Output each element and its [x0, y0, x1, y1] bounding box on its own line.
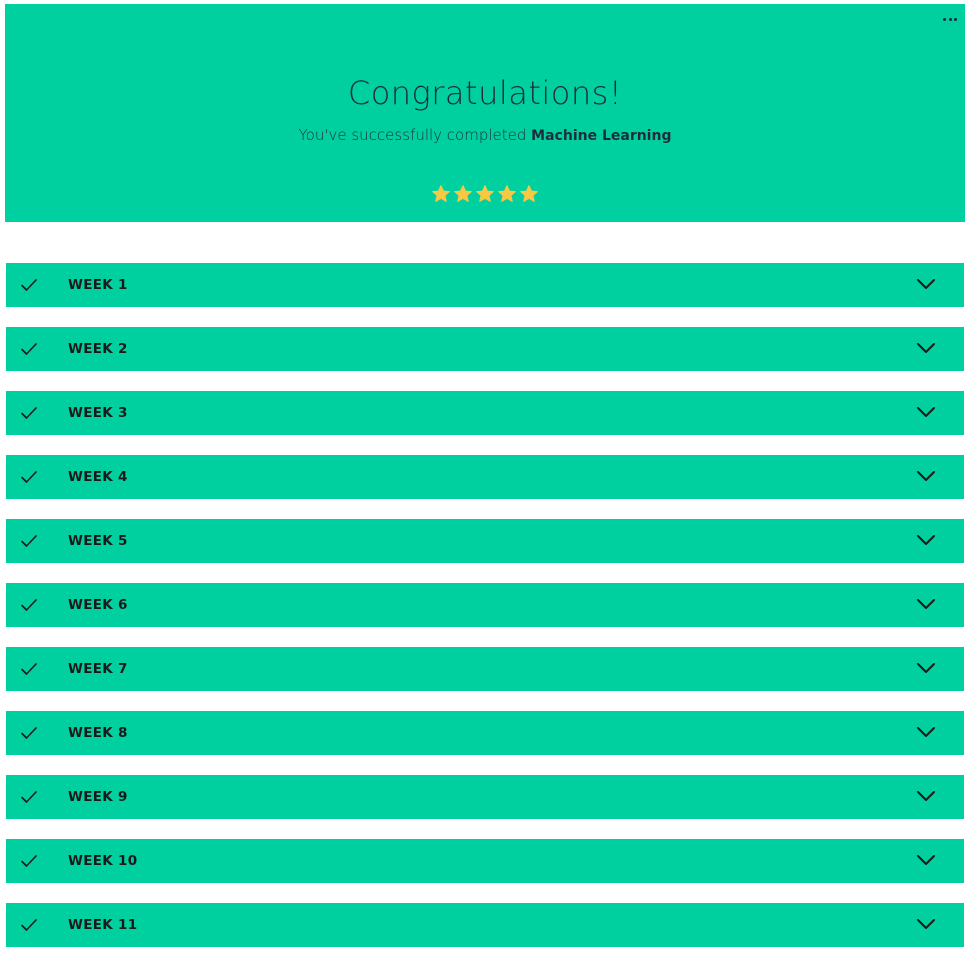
week-label: WEEK 11 — [68, 917, 138, 933]
chevron-down-icon[interactable] — [916, 725, 936, 739]
week-row[interactable]: WEEK 8 — [6, 711, 964, 755]
chevron-down-icon[interactable] — [916, 597, 936, 611]
week-row[interactable]: WEEK 6 — [6, 583, 964, 627]
menu-dot — [954, 17, 957, 21]
menu-dot — [943, 17, 946, 21]
checkmark-icon — [21, 791, 37, 803]
completion-banner: Congratulations! You've successfully com… — [5, 4, 965, 222]
week-label: WEEK 3 — [68, 405, 128, 421]
week-row[interactable]: WEEK 2 — [6, 327, 964, 371]
checkmark-icon — [21, 855, 37, 867]
menu-dot — [948, 17, 952, 21]
week-row[interactable]: WEEK 11 — [6, 903, 964, 947]
chevron-down-icon[interactable] — [916, 405, 936, 419]
checkmark-icon — [21, 727, 37, 739]
checkmark-icon — [21, 407, 37, 419]
week-row[interactable]: WEEK 1 — [6, 263, 964, 307]
course-name: Machine Learning — [531, 128, 672, 144]
week-row[interactable]: WEEK 4 — [6, 455, 964, 499]
week-row[interactable]: WEEK 7 — [6, 647, 964, 691]
chevron-down-icon[interactable] — [916, 789, 936, 803]
checkmark-icon — [21, 599, 37, 611]
star-icon[interactable] — [475, 184, 495, 204]
more-options-icon[interactable] — [943, 14, 957, 24]
week-label: WEEK 10 — [68, 853, 138, 869]
congratulations-title: Congratulations! — [347, 74, 623, 112]
week-list: WEEK 1 WEEK 2 WEEK 3 WEEK 4 WEEK 5 WEEK 6 WEEK… — [6, 263, 964, 967]
completion-message-prefix: You've successfully completed — [298, 126, 532, 144]
chevron-down-icon[interactable] — [916, 853, 936, 867]
checkmark-icon — [21, 343, 37, 355]
week-label: WEEK 4 — [68, 469, 128, 485]
star-icon[interactable] — [519, 184, 539, 204]
star-icon[interactable] — [497, 184, 517, 204]
week-row[interactable]: WEEK 5 — [6, 519, 964, 563]
star-icon[interactable] — [453, 184, 473, 204]
week-label: WEEK 7 — [68, 661, 128, 677]
week-row[interactable]: WEEK 10 — [6, 839, 964, 883]
star-rating[interactable] — [5, 184, 965, 204]
chevron-down-icon[interactable] — [916, 533, 936, 547]
checkmark-icon — [21, 919, 37, 931]
week-row[interactable]: WEEK 9 — [6, 775, 964, 819]
checkmark-icon — [21, 535, 37, 547]
checkmark-icon — [21, 279, 37, 291]
checkmark-icon — [21, 471, 37, 483]
week-label: WEEK 2 — [68, 341, 128, 357]
week-label: WEEK 9 — [68, 789, 128, 805]
chevron-down-icon[interactable] — [916, 341, 936, 355]
week-label: WEEK 8 — [68, 725, 128, 741]
week-row[interactable]: WEEK 3 — [6, 391, 964, 435]
chevron-down-icon[interactable] — [916, 661, 936, 675]
week-label: WEEK 5 — [68, 533, 128, 549]
completion-message: You've successfully completed Machine Le… — [5, 126, 965, 144]
week-label: WEEK 6 — [68, 597, 128, 613]
checkmark-icon — [21, 663, 37, 675]
chevron-down-icon[interactable] — [916, 469, 936, 483]
star-icon[interactable] — [431, 184, 451, 204]
week-label: WEEK 1 — [68, 277, 128, 293]
chevron-down-icon[interactable] — [916, 277, 936, 291]
chevron-down-icon[interactable] — [916, 917, 936, 931]
